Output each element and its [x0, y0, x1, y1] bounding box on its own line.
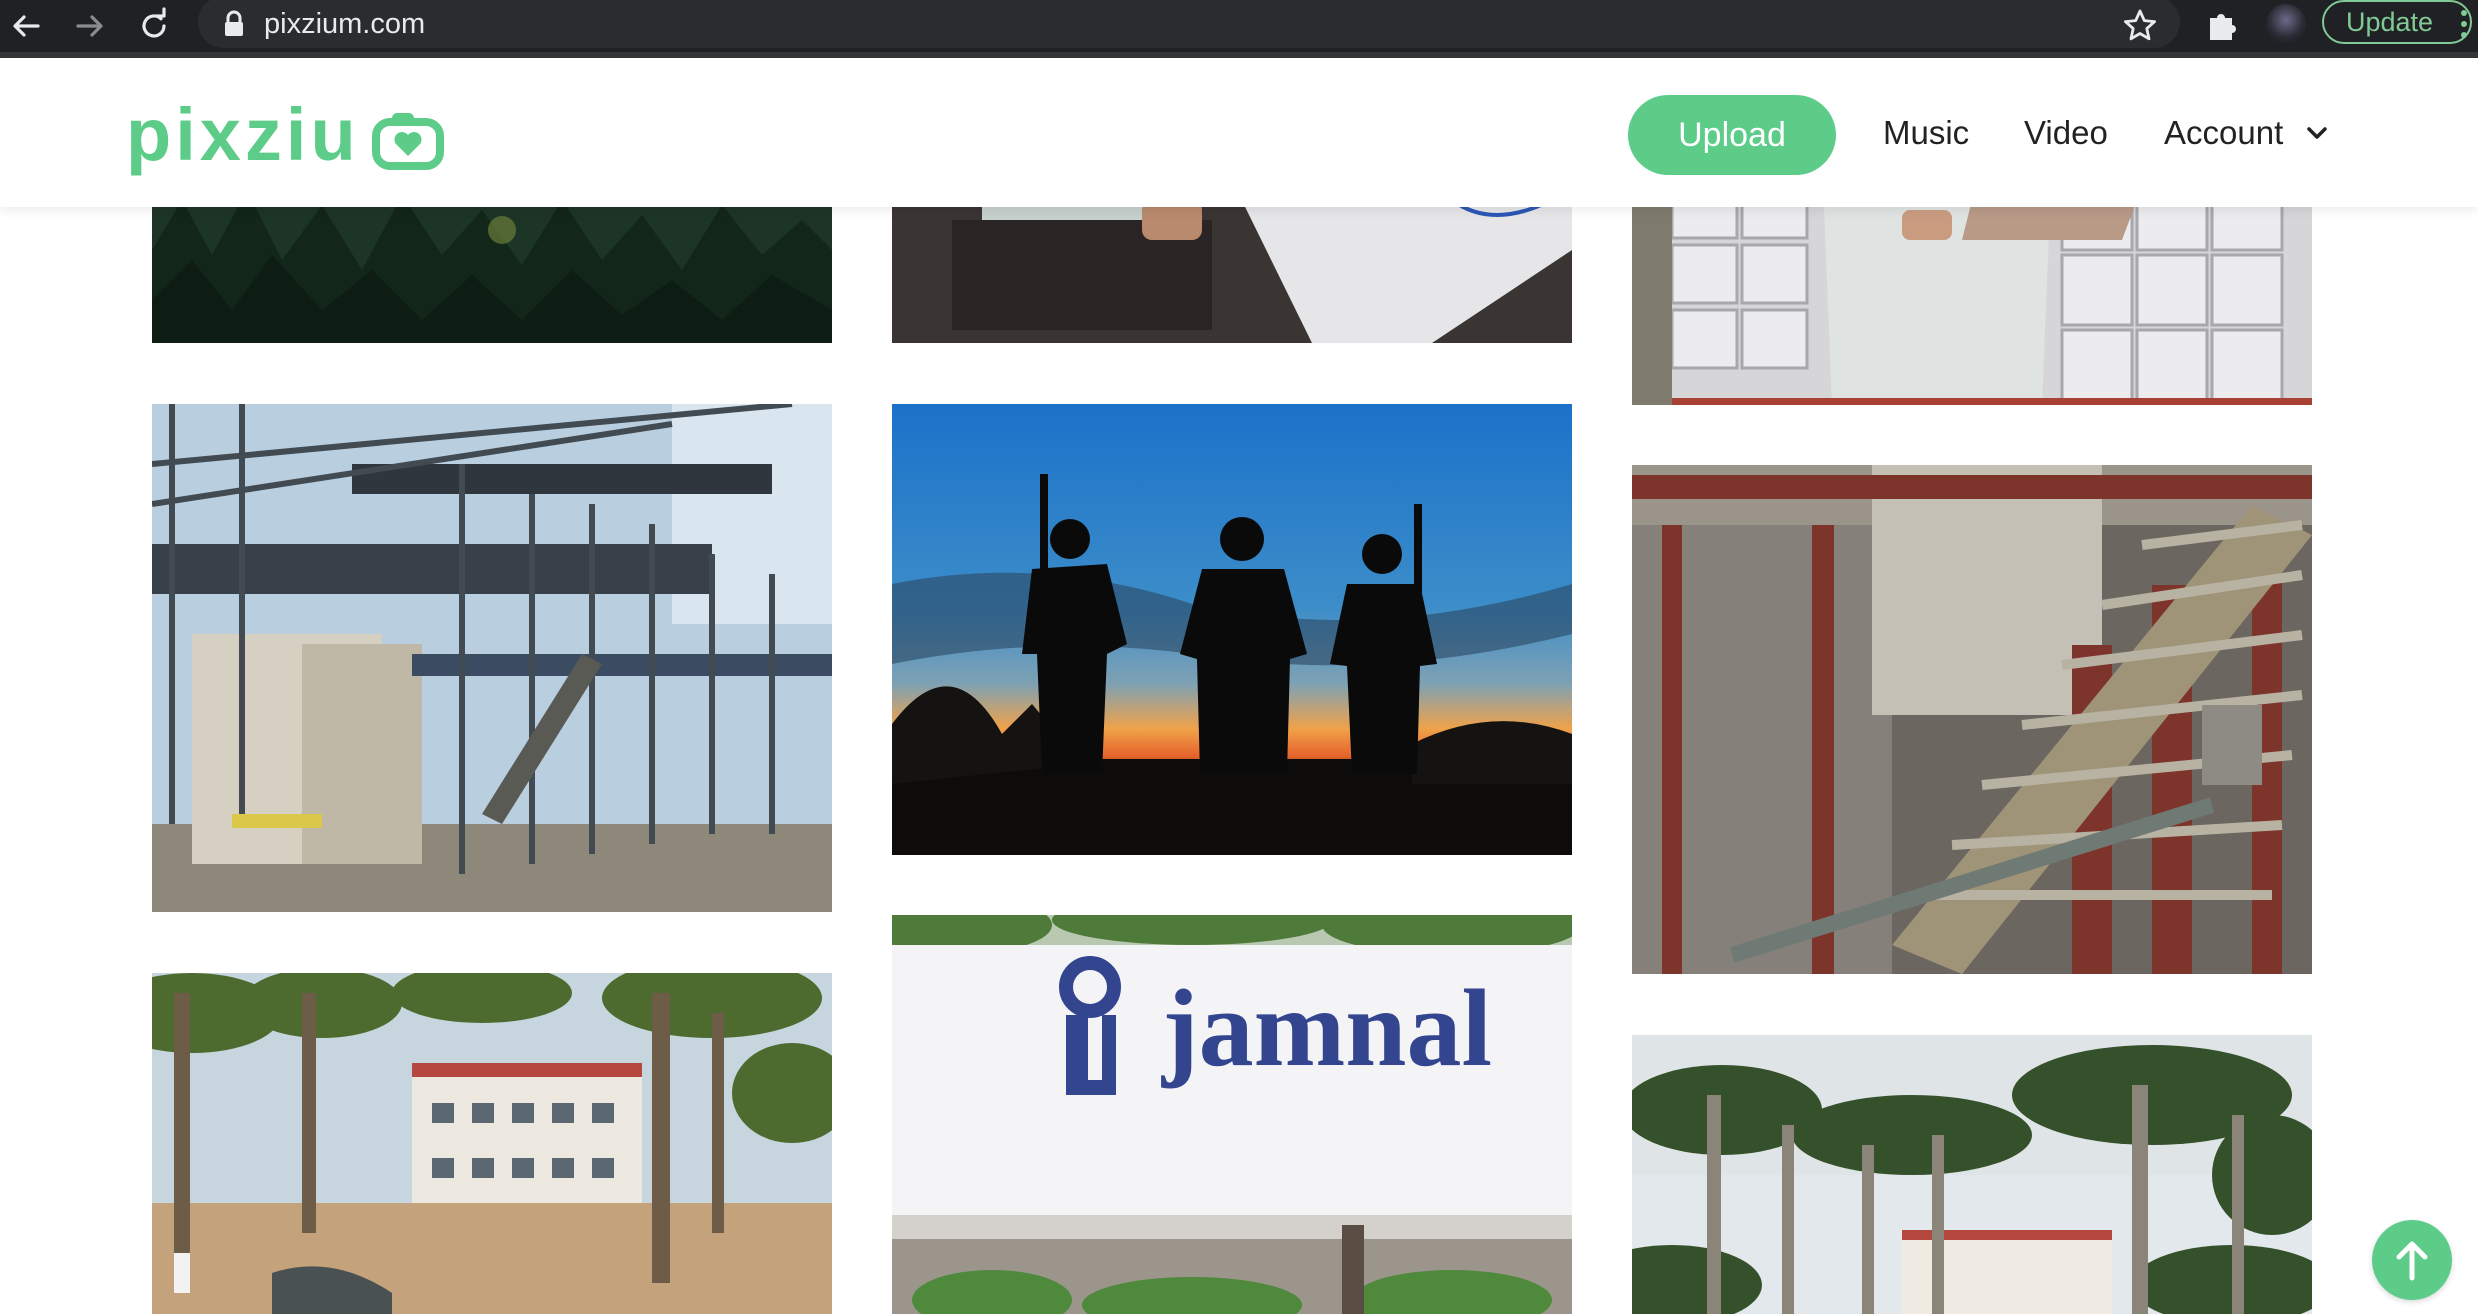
back-arrow-icon[interactable] — [6, 6, 46, 46]
logo-text: pixziu — [126, 93, 360, 176]
browser-update-button[interactable]: Update — [2322, 0, 2472, 44]
palm-trees-campus-photo[interactable] — [1632, 1035, 2312, 1314]
nav-video[interactable]: Video — [2024, 108, 2108, 158]
nav-music[interactable]: Music — [1883, 108, 1969, 158]
more-menu-icon[interactable] — [2452, 4, 2472, 44]
nav-account[interactable]: Account — [2164, 108, 2283, 158]
arrow-up-icon — [2396, 1241, 2428, 1281]
chevron-down-icon[interactable] — [2306, 122, 2328, 144]
site-header: pixziu Upload Music Video Account — [0, 58, 2478, 207]
scroll-to-top-button[interactable] — [2372, 1220, 2452, 1300]
lock-icon[interactable] — [222, 10, 246, 38]
sign-text: jamnal — [1161, 967, 1492, 1089]
soldiers-silhouette-sunset-photo[interactable] — [892, 404, 1572, 855]
address-bar[interactable] — [198, 0, 2180, 48]
extensions-puzzle-icon[interactable] — [2200, 4, 2244, 48]
profile-avatar[interactable] — [2266, 4, 2306, 44]
reload-icon[interactable] — [134, 6, 174, 46]
star-icon[interactable] — [2120, 6, 2160, 46]
url-text[interactable]: pixzium.com — [264, 4, 425, 44]
jamnal-sign-wall-photo[interactable]: jamnal — [892, 915, 1572, 1314]
rusty-conveyor-machinery-photo[interactable] — [1632, 465, 2312, 974]
palm-trees-building-photo[interactable] — [152, 973, 832, 1314]
industrial-plant-pipes-photo[interactable] — [152, 404, 832, 912]
camera-heart-logo-icon — [372, 108, 444, 170]
forward-arrow-icon[interactable] — [70, 6, 110, 46]
upload-button[interactable]: Upload — [1628, 95, 1836, 175]
